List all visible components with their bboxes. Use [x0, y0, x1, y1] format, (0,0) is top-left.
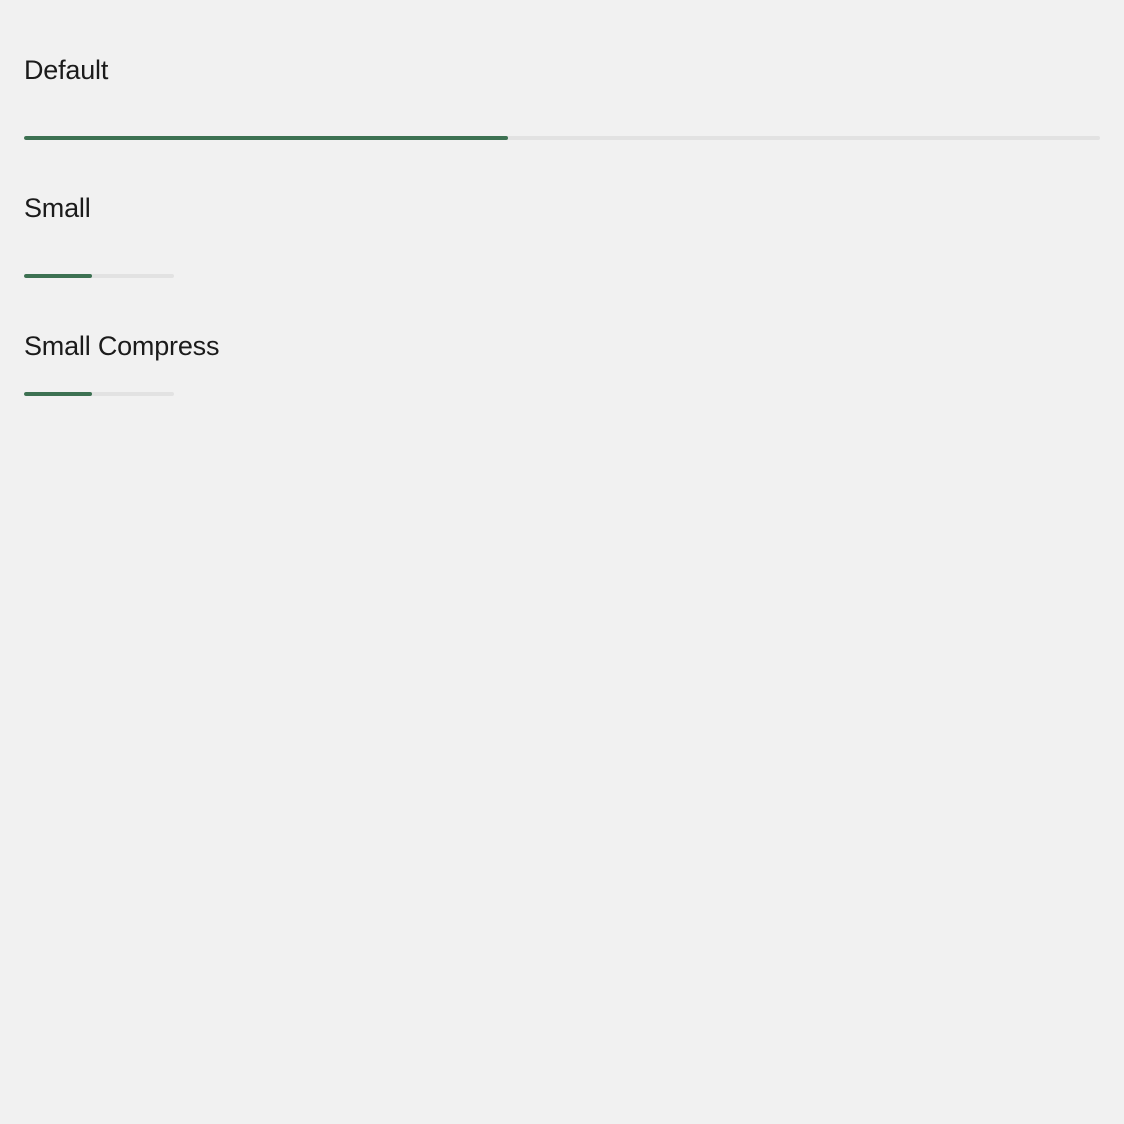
page: { "accent_color": "#3d7152", "track_colo…	[0, 0, 1124, 1124]
progress-fill-default	[24, 136, 509, 140]
progress-bar-default	[24, 136, 1100, 140]
progress-bar-small	[24, 274, 174, 278]
progress-bar-small-compress	[24, 392, 174, 396]
section-label-default: Default	[24, 55, 109, 85]
section-label-small: Small	[24, 193, 91, 223]
progress-fill-small	[24, 274, 92, 278]
progress-fill-small-compress	[24, 392, 92, 396]
section-label-small-compress: Small Compress	[24, 331, 220, 361]
